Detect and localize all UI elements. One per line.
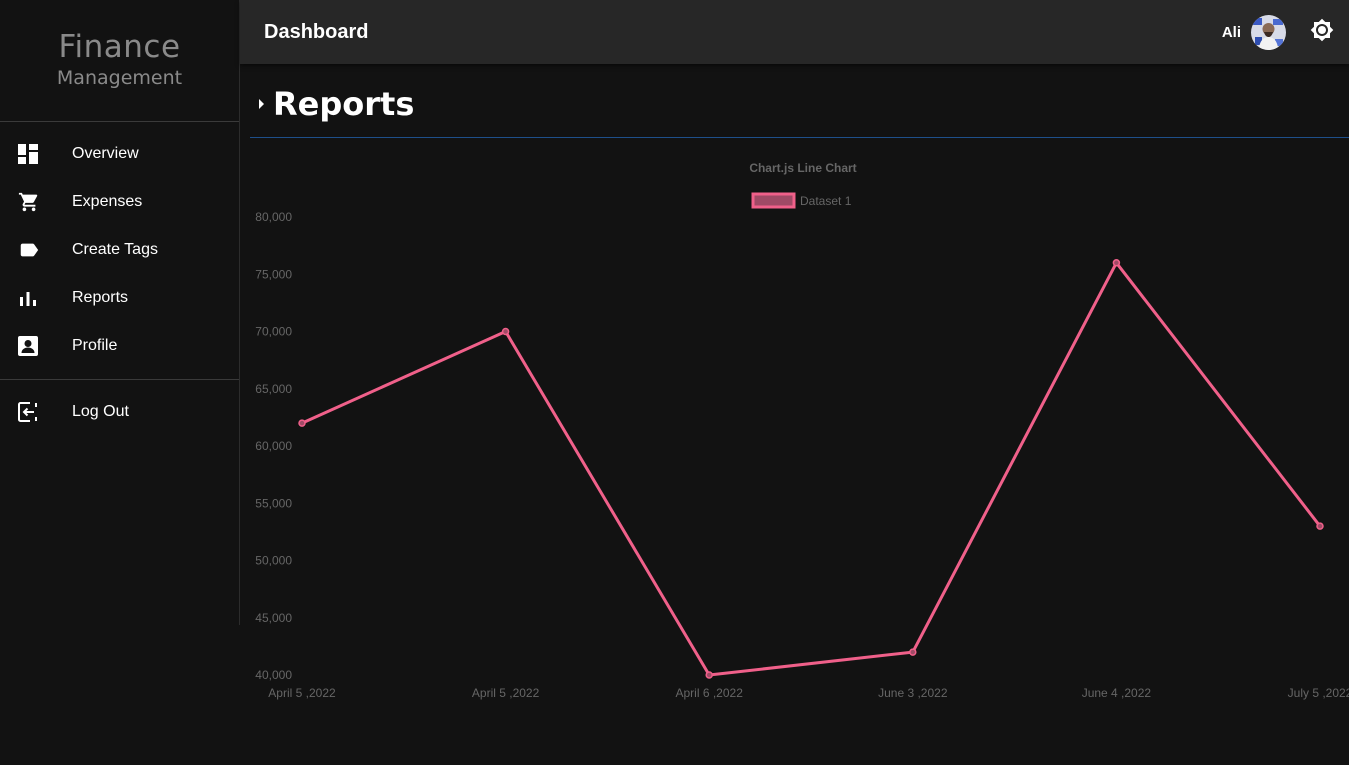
bar-chart-icon (0, 288, 72, 308)
sidebar-item-profile[interactable]: Profile (0, 322, 239, 370)
line-chart: Chart.js Line Chart Dataset 1 80,000 75,0… (255, 161, 1349, 700)
sidebar-nav: Overview Expenses Create Tags Reports Pr… (0, 122, 239, 370)
y-tick-label: 50,000 (255, 554, 292, 568)
y-tick-label: 60,000 (255, 439, 292, 453)
avatar[interactable] (1251, 14, 1286, 50)
caret-right-icon[interactable] (259, 98, 265, 109)
series-points (298, 259, 1324, 679)
sidebar: Finance Management Overview Expenses Cre… (0, 0, 240, 625)
y-tick-label: 55,000 (255, 496, 292, 510)
series-line (301, 261, 1322, 677)
x-tick-label: April 5 ,2022 (268, 686, 336, 700)
sidebar-item-overview[interactable]: Overview (0, 130, 239, 178)
sidebar-item-label: Expenses (72, 193, 143, 210)
sidebar-item-label: Create Tags (72, 241, 158, 258)
y-tick-label: 80,000 (255, 210, 292, 224)
y-tick-label: 75,000 (255, 267, 292, 281)
x-tick-label: June 3 ,2022 (878, 686, 948, 700)
user-name: Ali (1221, 23, 1241, 41)
x-tick-label: April 6 ,2022 (676, 686, 744, 700)
sidebar-item-reports[interactable]: Reports (0, 274, 239, 322)
x-tick-label: June 4 ,2022 (1082, 686, 1152, 700)
brand: Finance Management (0, 0, 239, 122)
chart-legend[interactable]: Dataset 1 (751, 192, 852, 209)
data-point[interactable] (298, 419, 306, 427)
data-point[interactable] (1112, 259, 1121, 267)
x-tick-label: April 5 ,2022 (472, 686, 540, 700)
dashboard-icon (0, 144, 72, 164)
tag-icon (0, 239, 72, 261)
data-point[interactable] (705, 671, 713, 679)
y-tick-label: 40,000 (255, 668, 292, 682)
sidebar-item-create-tags[interactable]: Create Tags (0, 226, 239, 274)
brand-title: Finance (58, 29, 181, 65)
topbar-title: Dashboard (264, 20, 369, 43)
brand-subtitle: Management (56, 67, 183, 89)
page-header: Reports (250, 70, 1349, 138)
account-box-icon (0, 336, 72, 356)
legend-swatch (751, 192, 796, 209)
y-tick-label: 45,000 (255, 611, 292, 625)
x-axis: April 5 ,2022 April 5 ,2022 April 6 ,2022 J… (268, 686, 1349, 700)
data-point[interactable] (909, 648, 917, 656)
data-point[interactable] (501, 327, 510, 336)
y-tick-label: 65,000 (255, 382, 292, 396)
x-tick-label: July 5 ,2022 (1288, 686, 1349, 700)
theme-toggle-button[interactable] (1310, 18, 1334, 47)
legend-label: Dataset 1 (800, 194, 852, 208)
cart-icon (0, 191, 72, 213)
brightness-icon (1310, 18, 1334, 47)
chart-title: Chart.js Line Chart (749, 161, 856, 175)
sidebar-divider (0, 379, 239, 380)
logout-button[interactable]: Log Out (0, 388, 239, 436)
sidebar-item-expenses[interactable]: Expenses (0, 178, 239, 226)
logout-label: Log Out (72, 403, 129, 420)
sidebar-item-label: Overview (72, 145, 139, 162)
y-tick-label: 70,000 (255, 325, 292, 339)
sidebar-item-label: Reports (72, 289, 129, 306)
y-axis: 80,000 75,000 70,000 65,000 60,000 55,000 50,0… (255, 210, 292, 682)
logout-icon (0, 402, 72, 422)
topbar: Dashboard Ali (240, 0, 1349, 64)
data-point[interactable] (1316, 522, 1324, 530)
page-title: Reports (273, 84, 415, 123)
sidebar-item-label: Profile (72, 337, 118, 354)
